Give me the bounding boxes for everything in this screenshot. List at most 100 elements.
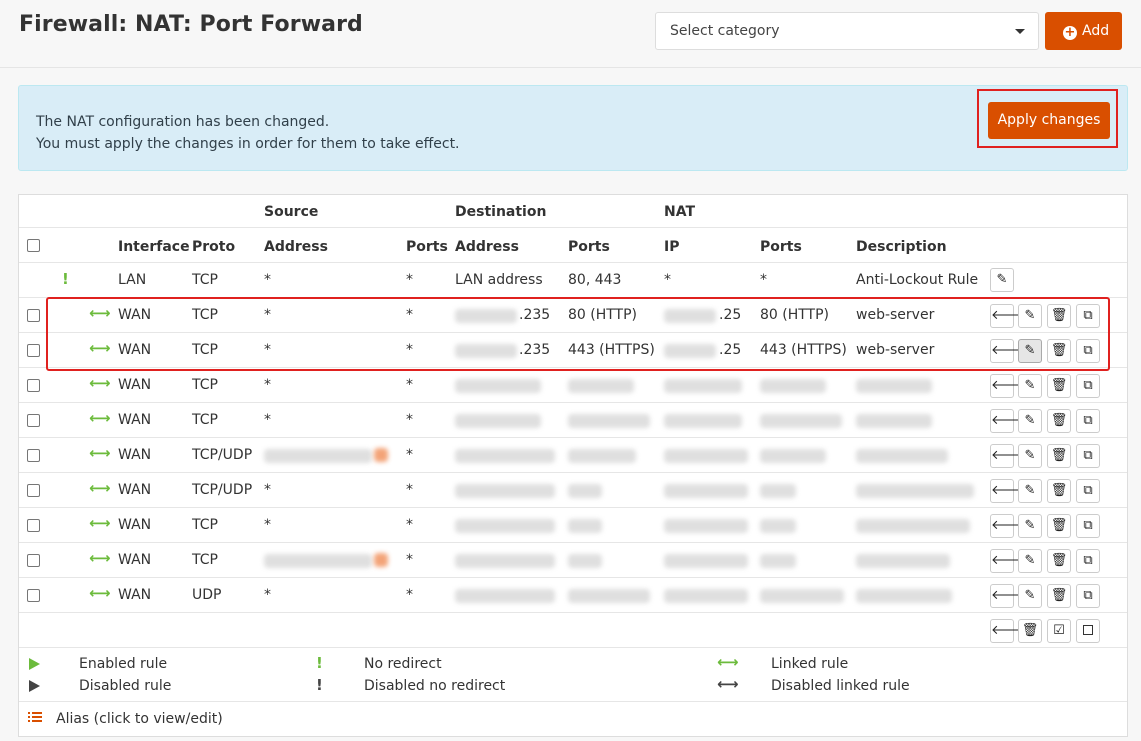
edit-button[interactable]: ✎ [990,268,1014,292]
legend-enabled-rule: Enabled rule [79,656,168,672]
edit-button[interactable]: ✎ [1018,374,1042,398]
redacted-text [856,484,974,498]
delete-button[interactable]: 🗑 [1047,479,1071,503]
cell-source-ports: * [406,377,413,393]
row-divider [19,472,1127,473]
no-redirect-icon: ! [316,654,323,672]
col-destination-ports: Ports [568,239,610,255]
row-checkbox[interactable] [27,344,40,357]
bulk-move-button[interactable]: 🡐 [990,619,1026,643]
bulk-delete-button[interactable]: 🗑 [1018,619,1042,643]
col-destination-address: Address [455,239,519,255]
enabled-rule-icon [29,658,40,670]
disabled-rule-icon [29,680,40,692]
row-checkbox[interactable] [27,449,40,462]
web-server-rows-highlight [46,297,1110,371]
redacted-text [760,414,842,428]
delete-button[interactable]: 🗑 [1047,444,1071,468]
cell-destination-ports: 80, 443 [568,272,622,288]
legend-no-redirect: No redirect [364,656,442,672]
select-all-checkbox[interactable] [27,239,40,252]
row-checkbox[interactable] [27,414,40,427]
pencil-icon: ✎ [1024,553,1036,568]
cell-interface: WAN [118,517,152,533]
row-checkbox[interactable] [27,554,40,567]
redacted-text [664,449,748,463]
copy-button[interactable]: ⧉ [1076,479,1100,503]
header-divider [0,67,1141,68]
row-checkbox[interactable] [27,519,40,532]
trash-icon: 🗑 [1050,553,1068,568]
redacted-text [664,379,742,393]
copy-icon: ⧉ [1083,378,1093,393]
move-button[interactable]: 🡐 [990,549,1026,573]
trash-icon: 🗑 [1050,518,1068,533]
alias-marker [374,448,388,462]
copy-button[interactable]: ⧉ [1076,584,1100,608]
delete-button[interactable]: 🗑 [1047,409,1071,433]
redacted-text [455,379,541,393]
redacted-text [455,449,555,463]
delete-button[interactable]: 🗑 [1047,374,1071,398]
cell-proto: TCP/UDP [192,482,253,498]
move-button[interactable]: 🡐 [990,479,1026,503]
apply-changes-button[interactable]: Apply changes [988,102,1110,139]
copy-button[interactable]: ⧉ [1076,444,1100,468]
edit-button[interactable]: ✎ [1018,479,1042,503]
cell-proto: TCP [192,517,218,533]
col-proto: Proto [192,239,236,255]
alert-message-line1: The NAT configuration has been changed. [36,114,330,130]
move-button[interactable]: 🡐 [990,444,1026,468]
linked-rule-icon: ⟷ [89,444,111,462]
cell-proto: TCP [192,272,218,288]
cell-source-address: * [264,587,271,603]
move-button[interactable]: 🡐 [990,374,1026,398]
linked-rule-icon: ⟷ [89,479,111,497]
row-checkbox[interactable] [27,484,40,497]
cell-source-ports: * [406,587,413,603]
redacted-text [760,554,796,568]
delete-button[interactable]: 🗑 [1047,514,1071,538]
row-checkbox[interactable] [27,379,40,392]
bulk-disable-button[interactable] [1076,619,1100,643]
copy-button[interactable]: ⧉ [1076,409,1100,433]
edit-button[interactable]: ✎ [1018,584,1042,608]
legend-disabled-no-redirect: Disabled no redirect [364,678,506,694]
edit-button[interactable]: ✎ [1018,549,1042,573]
nat-changed-alert: The NAT configuration has been changed. … [18,85,1128,171]
redacted-text [664,589,748,603]
cell-interface: WAN [118,377,152,393]
alias-list-icon [28,712,42,723]
move-button[interactable]: 🡐 [990,409,1026,433]
copy-button[interactable]: ⧉ [1076,514,1100,538]
alert-message-line2: You must apply the changes in order for … [36,136,460,152]
redacted-text [568,589,650,603]
redacted-text [664,519,748,533]
linked-rule-icon: ⟷ [717,653,739,671]
row-checkbox[interactable] [27,309,40,322]
delete-button[interactable]: 🗑 [1047,584,1071,608]
edit-button[interactable]: ✎ [1018,409,1042,433]
cell-interface: WAN [118,587,152,603]
redacted-text [455,519,555,533]
group-destination: Destination [455,204,547,220]
trash-icon: 🗑 [1050,378,1068,393]
add-button[interactable]: + Add [1045,12,1122,50]
copy-button[interactable]: ⧉ [1076,374,1100,398]
move-button[interactable]: 🡐 [990,584,1026,608]
edit-button[interactable]: ✎ [1018,514,1042,538]
row-checkbox[interactable] [27,589,40,602]
copy-icon: ⧉ [1083,518,1093,533]
redacted-text [455,589,555,603]
edit-button[interactable]: ✎ [1018,444,1042,468]
row-divider [19,507,1127,508]
linked-rule-icon: ⟷ [89,514,111,532]
copy-button[interactable]: ⧉ [1076,549,1100,573]
category-select[interactable]: Select category [655,12,1039,50]
delete-button[interactable]: 🗑 [1047,549,1071,573]
category-select-label: Select category [670,23,780,39]
cell-source-ports: * [406,272,413,288]
cell-interface: WAN [118,482,152,498]
move-button[interactable]: 🡐 [990,514,1026,538]
bulk-enable-button[interactable]: ☑ [1047,619,1071,643]
